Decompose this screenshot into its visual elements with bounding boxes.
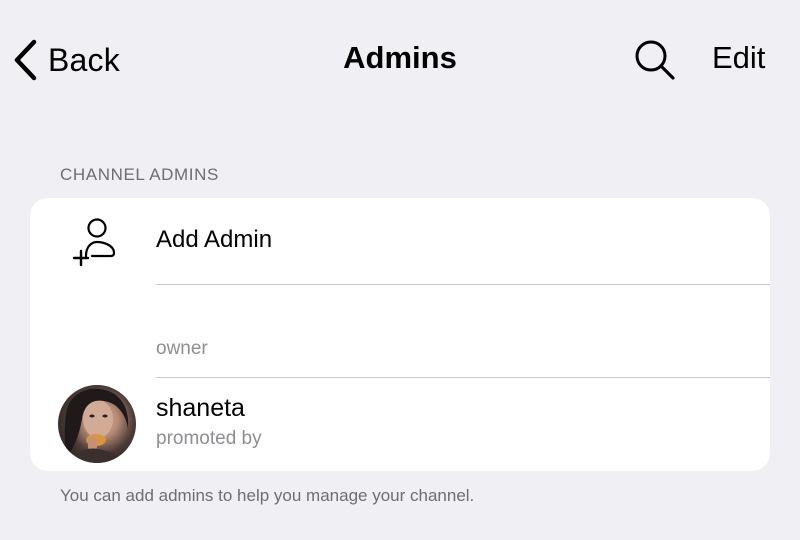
edit-button[interactable]: Edit (712, 40, 765, 76)
add-admin-row[interactable]: Add Admin (30, 198, 770, 284)
admin-row[interactable]: shaneta promoted by (30, 378, 770, 471)
add-person-icon (70, 214, 122, 267)
add-admin-label: Add Admin (156, 226, 273, 253)
row-separator (156, 284, 770, 285)
section-header: CHANNEL ADMINS (60, 165, 219, 184)
admin-name: shaneta (156, 394, 245, 422)
avatar (58, 385, 136, 463)
back-label: Back (48, 41, 120, 78)
navigation-bar: Back Admins Edit (0, 0, 800, 120)
owner-label: owner (156, 338, 208, 359)
admin-subtitle: promoted by (156, 428, 262, 449)
admins-screen: Back Admins Edit CHANNEL ADMINS Add Admi… (0, 0, 800, 540)
page-title: Admins (343, 40, 457, 75)
admins-list-card: Add Admin owner shaneta promoted by (30, 198, 770, 471)
search-icon (632, 38, 676, 85)
back-button[interactable]: Back (12, 38, 120, 82)
chevron-left-icon (12, 39, 38, 81)
section-footer: You can add admins to help you manage yo… (60, 486, 475, 505)
search-button[interactable] (630, 39, 678, 83)
